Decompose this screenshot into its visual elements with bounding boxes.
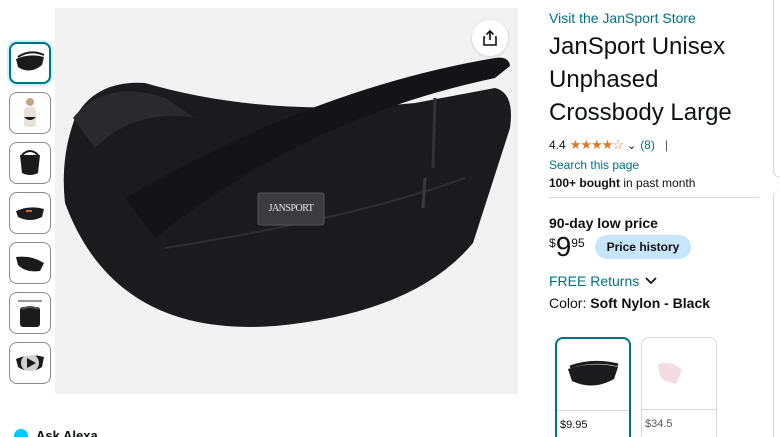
price: $ 9 95: [549, 233, 585, 261]
search-this-page-link[interactable]: Search this page: [549, 158, 759, 172]
thumbnail-bag-size[interactable]: [9, 292, 51, 334]
buy-box-edge: [773, 0, 780, 178]
rating-separator: |: [664, 138, 668, 152]
thumbnail-bag-side[interactable]: [9, 142, 51, 184]
chevron-down-icon: [645, 277, 657, 285]
swatch-pink-image: [642, 338, 716, 410]
store-link[interactable]: Visit the JanSport Store: [549, 10, 759, 26]
color-row: Color: Soft Nylon - Black: [549, 295, 759, 311]
bought-count-bold: 100+ bought: [549, 176, 621, 190]
alexa-icon: [14, 428, 28, 437]
thumbnail-bag[interactable]: [9, 42, 51, 84]
main-product-image[interactable]: JANSPORT: [55, 8, 518, 394]
thumbnail-video[interactable]: [9, 342, 51, 384]
swatch-price: $9.95: [560, 419, 588, 431]
price-row: $ 9 95 Price history: [549, 233, 759, 261]
product-title: JanSport Unisex Unphased Crossbody Large: [549, 33, 732, 126]
price-symbol: $: [549, 236, 556, 250]
thumbnail-strip: [9, 42, 51, 392]
swatch-pink[interactable]: $34.5: [641, 337, 717, 437]
bag-image: [63, 57, 511, 327]
thumbnail-bag-angle[interactable]: [9, 242, 51, 284]
brand-patch-label: JANSPORT: [268, 203, 314, 214]
star-rating-icon[interactable]: ★★★★☆: [570, 137, 624, 153]
thumbnail-bag-open[interactable]: [9, 192, 51, 234]
free-returns-link[interactable]: FREE Returns: [549, 273, 759, 289]
swatch-black-image: [557, 339, 629, 411]
product-details: Visit the JanSport Store JanSport Unisex…: [549, 10, 759, 311]
swatch-price: $34.5: [645, 418, 673, 430]
color-label: Color:: [549, 295, 587, 311]
color-value: Soft Nylon - Black: [590, 295, 711, 311]
swatch-black[interactable]: $9.95: [555, 337, 631, 437]
price-cents: 95: [571, 236, 585, 250]
price-history-button[interactable]: Price history: [594, 235, 692, 259]
ask-alexa-label: Ask Alexa: [36, 428, 98, 437]
free-returns-label: FREE Returns: [549, 273, 640, 289]
divider: [549, 197, 759, 198]
rating-value: 4.4: [549, 138, 566, 152]
share-icon: [483, 29, 497, 46]
price-whole: 9: [555, 231, 572, 262]
share-button[interactable]: [472, 20, 508, 56]
bought-count: 100+ bought in past month: [549, 176, 759, 190]
buy-box-edge: [773, 190, 780, 437]
bought-count-rest: in past month: [623, 176, 696, 190]
thumbnail-model[interactable]: [9, 92, 51, 134]
ask-alexa[interactable]: Ask Alexa: [14, 428, 98, 437]
low-price-label: 90-day low price: [549, 215, 658, 231]
rating-count-link[interactable]: (8): [640, 138, 655, 152]
rating-row: 4.4 ★★★★☆ ⌄ (8) |: [549, 137, 759, 153]
color-swatches: $9.95 $34.5: [555, 337, 780, 437]
chevron-down-icon[interactable]: ⌄: [627, 139, 636, 152]
